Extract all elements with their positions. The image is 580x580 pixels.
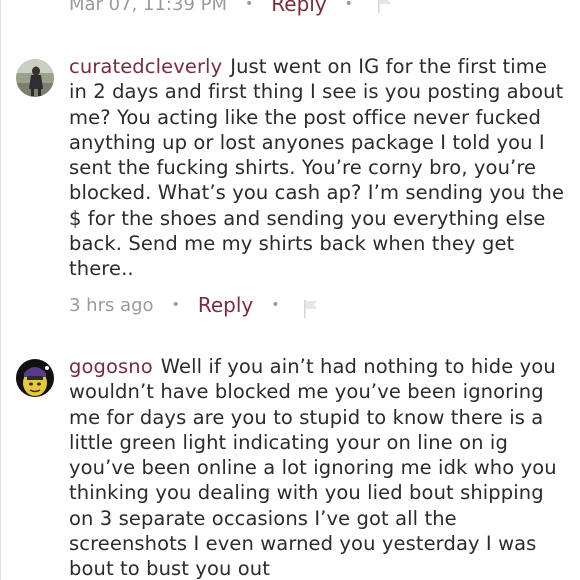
meta-separator: • xyxy=(171,297,180,313)
comment-timestamp: 3 hrs ago xyxy=(69,294,154,316)
meta-separator: • xyxy=(271,297,280,313)
comments-page: Mar 07, 11:39 PM • Reply • curatedclever… xyxy=(0,0,580,580)
comment-meta: 3 hrs ago • Reply • xyxy=(69,292,319,318)
comment-text: Just went on IG for the first time in 2 … xyxy=(69,55,565,281)
avatar[interactable] xyxy=(16,359,54,397)
comment-timestamp: Mar 07, 11:39 PM xyxy=(69,0,228,15)
meta-separator: • xyxy=(245,0,254,12)
meta-separator: • xyxy=(344,0,353,12)
previous-comment-meta: Mar 07, 11:39 PM • Reply • xyxy=(69,0,393,16)
flag-icon[interactable] xyxy=(377,0,393,13)
flag-icon[interactable] xyxy=(303,300,319,318)
avatar[interactable] xyxy=(16,59,54,97)
comment-text: Well if you ain’t had nothing to hide yo… xyxy=(69,355,557,580)
comment-body: gogosno Well if you ain’t had nothing to … xyxy=(69,354,569,580)
username-link[interactable]: curatedcleverly xyxy=(69,55,222,78)
reply-button[interactable]: Reply xyxy=(198,293,253,317)
username-link[interactable]: gogosno xyxy=(69,355,153,378)
reply-button[interactable]: Reply xyxy=(271,0,326,16)
comment-body: curatedcleverly Just went on IG for the f… xyxy=(69,54,569,282)
